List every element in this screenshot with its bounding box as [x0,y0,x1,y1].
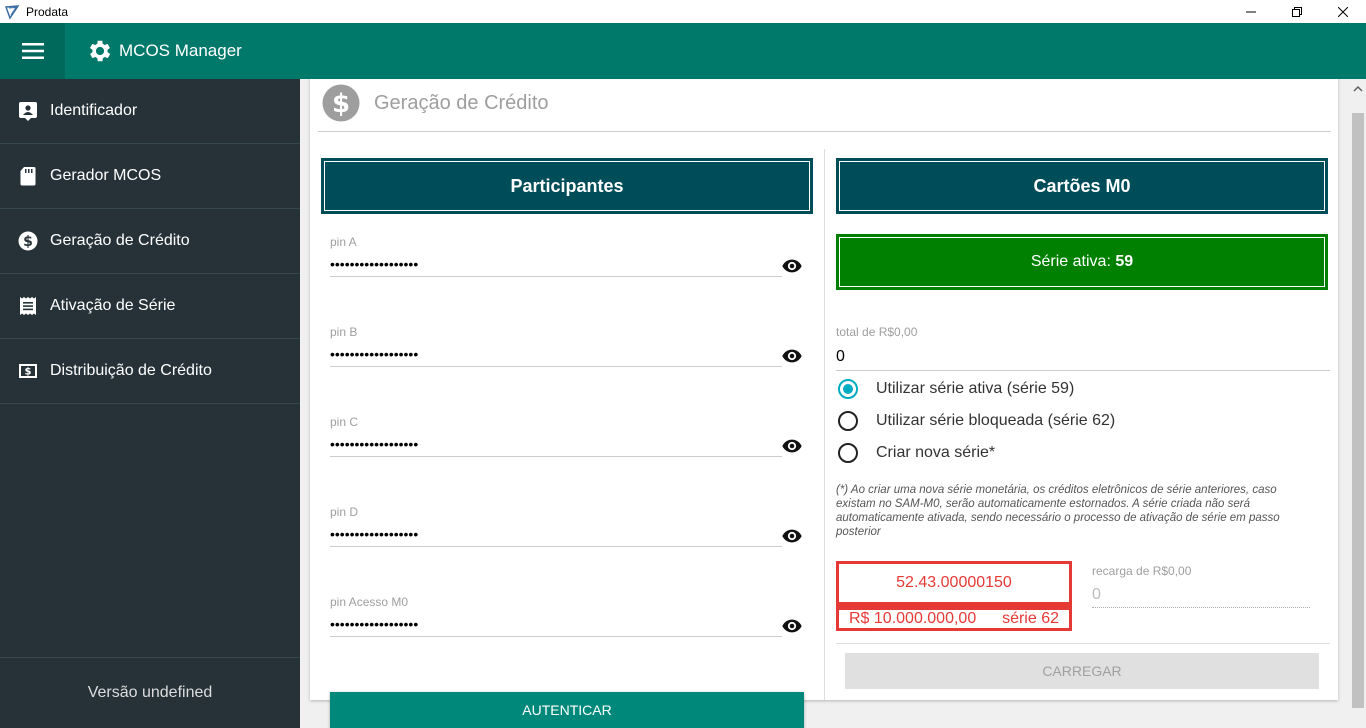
sidebar-item-label: Gerador MCOS [50,167,162,184]
card-amount: R$ 10.000.000,00 [849,610,977,627]
show-password-eye-icon[interactable] [781,435,803,457]
active-series-label: Série ativa: [1030,253,1111,270]
badge-icon [19,102,37,121]
page-title: Geração de Crédito [374,91,549,114]
app-bar: MCOS Manager [0,23,1366,79]
page-header: $ Geração de Crédito [318,79,1331,132]
pin-d-label: pin D [330,505,359,519]
sidebar-item-geracao-credito[interactable]: $ Geração de Crédito [0,209,300,274]
pin-acesso-m0-label: pin Acesso M0 [330,595,409,609]
load-button[interactable]: CARREGAR [845,653,1319,689]
active-series-value: 59 [1115,253,1134,270]
card-info-footer: R$ 10.000.000,00 série 62 [839,610,1069,628]
scroll-up-arrow-icon[interactable] [1353,85,1363,93]
card-info-divider [839,602,1069,610]
main-content: $ Geração de Crédito Participantes pin A… [300,79,1350,728]
sidebar-item-identificador[interactable]: Identificador [0,79,300,144]
show-password-eye-icon[interactable] [781,345,803,367]
pin-b-field[interactable]: pin B •••••••••••••••••• [330,325,782,367]
minimize-icon [1246,11,1256,12]
radio-unselected-icon [838,411,858,431]
gear-icon [89,40,111,62]
radio-label: Criar nova série* [876,444,996,461]
cards-divider [836,643,1330,644]
card-id: 52.43.00000150 [896,574,1012,591]
close-icon [1338,6,1348,17]
sidebar-item-ativacao-serie[interactable]: Ativação de Série [0,274,300,339]
recharge-field[interactable]: recarga de R$0,00 0 [1092,564,1310,608]
pin-a-label: pin A [330,235,357,249]
pin-acesso-m0-field[interactable]: pin Acesso M0 •••••••••••••••••• [330,595,782,637]
hamburger-menu-button[interactable] [0,23,65,79]
pin-d-field[interactable]: pin D •••••••••••••••••• [330,505,782,547]
hamburger-icon [21,43,44,59]
sidebar-item-label: Distribuição de Crédito [50,362,212,379]
minimize-button[interactable] [1228,0,1274,23]
recharge-label: recarga de R$0,00 [1092,564,1192,578]
radio-label: Utilizar série bloqueada (série 62) [876,412,1116,429]
svg-text:$: $ [332,89,350,119]
credit-generation-card: $ Geração de Crédito Participantes pin A… [310,79,1338,728]
pin-c-input[interactable]: •••••••••••••••••• [330,431,782,457]
show-password-eye-icon[interactable] [781,525,803,547]
card-info-box: 52.43.00000150 R$ 10.000.000,00 série 62 [836,561,1072,631]
sidebar-item-gerador-mcos[interactable]: Gerador MCOS [0,144,300,209]
radio-use-blocked-series[interactable]: Utilizar série bloqueada (série 62) [836,411,1115,431]
show-password-eye-icon[interactable] [781,615,803,637]
column-divider [824,149,825,700]
sidebar-item-label: Identificador [50,102,138,119]
pin-c-field[interactable]: pin C •••••••••••••••••• [330,415,782,457]
dollar-icon: $ [18,231,38,251]
sidebar-item-distribuicao-credito[interactable]: $ Distribuição de Crédito [0,339,300,404]
authenticate-button[interactable]: AUTENTICAR [330,692,804,728]
restore-button[interactable] [1274,0,1320,23]
pin-c-label: pin C [330,415,359,429]
total-field[interactable]: total de R$0,00 0 [836,325,1330,371]
recharge-input[interactable]: 0 [1092,582,1310,608]
dollar-icon: $ [322,84,360,122]
receipt-icon [20,297,36,315]
radio-create-new-series[interactable]: Criar nova série* [836,443,995,463]
svg-text:$: $ [23,234,33,250]
pin-a-input[interactable]: •••••••••••••••••• [330,251,782,277]
scrollbar-thumb[interactable] [1352,113,1364,708]
sidebar-item-label: Geração de Crédito [50,232,190,249]
radio-use-active-series[interactable]: Utilizar série ativa (série 59) [836,379,1074,399]
radio-label: Utilizar série ativa (série 59) [876,380,1075,397]
pin-d-input[interactable]: •••••••••••••••••• [330,521,782,547]
window-titlebar: Prodata [0,0,1366,23]
show-password-eye-icon[interactable] [781,255,803,277]
window-title: Prodata [26,4,69,19]
card-series: série 62 [1002,610,1059,627]
vertical-scrollbar[interactable] [1350,79,1366,728]
pin-acesso-m0-input[interactable]: •••••••••••••••••• [330,611,782,637]
total-input[interactable]: 0 [836,343,1330,371]
cards-m0-header: Cartões M0 [836,158,1328,214]
money-icon: $ [19,364,37,378]
active-series-banner: Série ativa: 59 [836,234,1328,290]
sidebar: Identificador Gerador MCOS $ Geração de … [0,79,300,728]
restore-icon [1292,6,1302,17]
app-title: MCOS Manager [119,41,242,60]
sidebar-item-label: Ativação de Série [50,297,176,314]
pin-b-label: pin B [330,325,358,339]
pin-a-field[interactable]: pin A •••••••••••••••••• [330,235,782,277]
app-version: Versão undefined [0,657,300,728]
radio-unselected-icon [838,443,858,463]
sd-card-icon [20,167,36,186]
close-button[interactable] [1320,0,1366,23]
pin-b-input[interactable]: •••••••••••••••••• [330,341,782,367]
total-label: total de R$0,00 [836,325,918,339]
svg-text:$: $ [25,367,32,378]
prodata-logo-icon [4,4,20,20]
new-series-note: (*) Ao criar uma nova série monetária, o… [836,484,1280,538]
participants-header: Participantes [321,158,813,214]
radio-selected-icon [838,379,858,399]
